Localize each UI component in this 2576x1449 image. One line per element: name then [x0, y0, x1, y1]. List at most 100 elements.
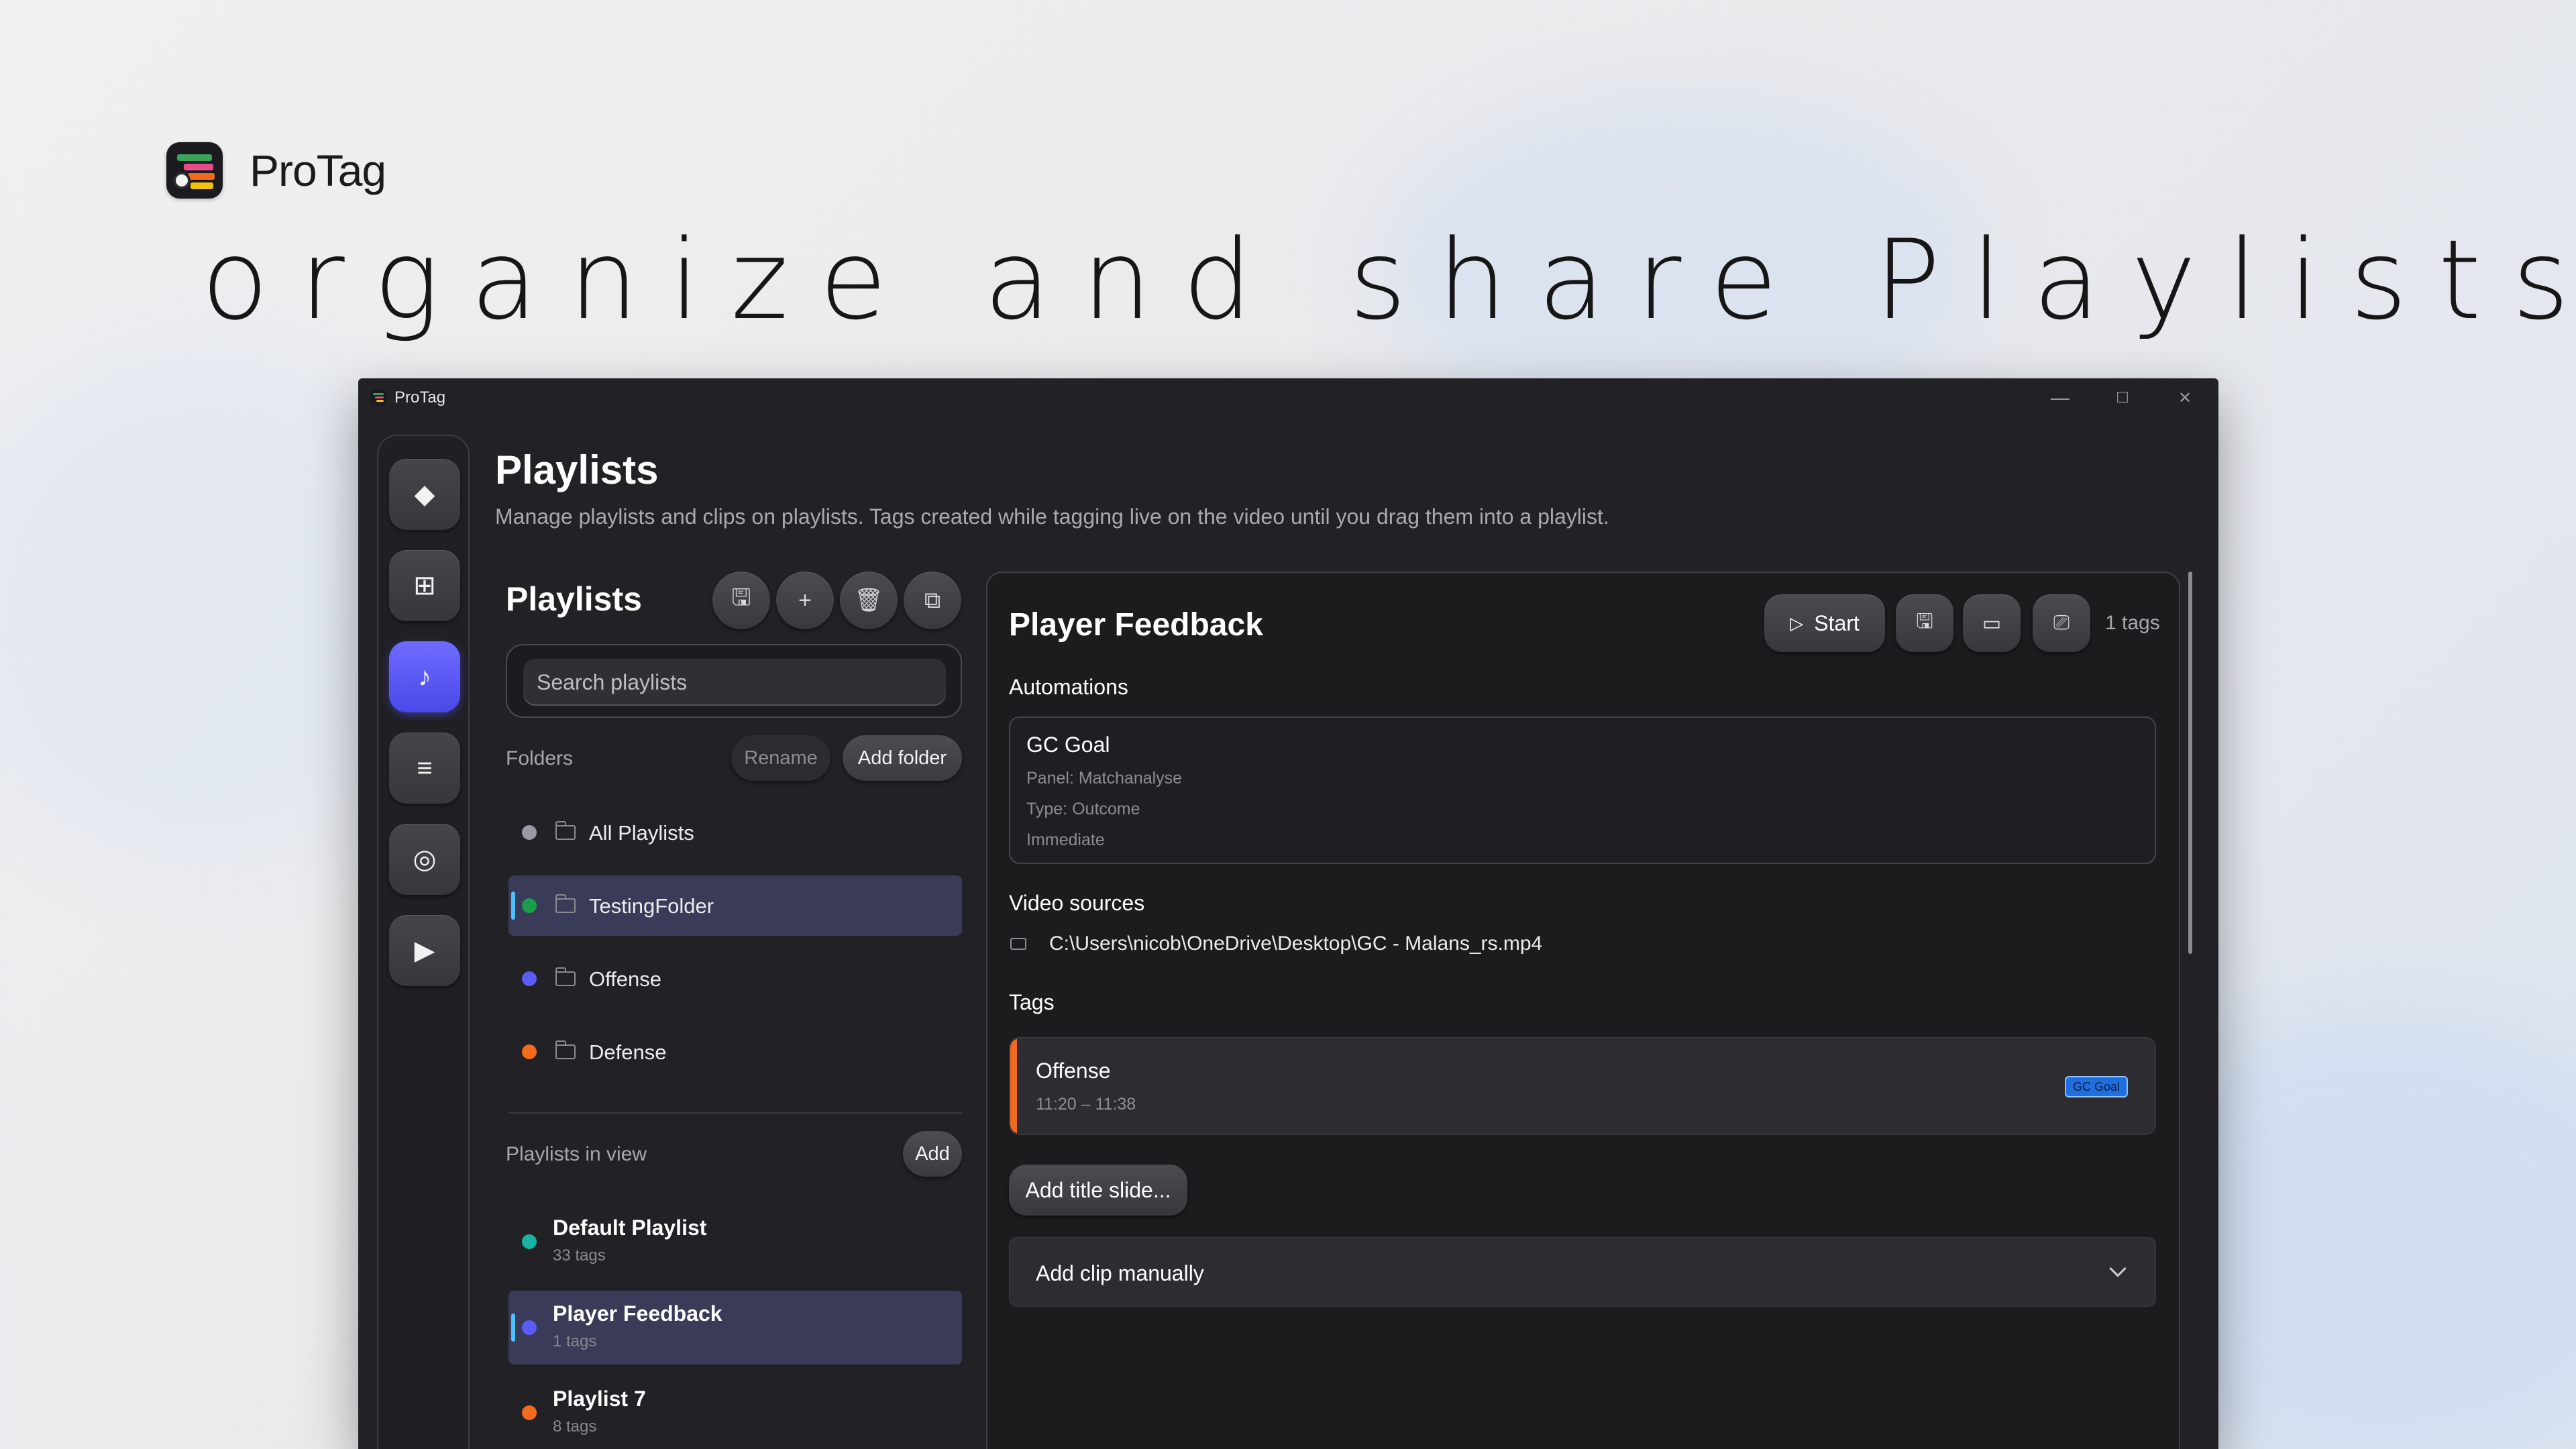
playlist-count: 1 tags: [553, 1332, 597, 1350]
playlist-item-default-playlist[interactable]: Default Playlist 33 tags: [508, 1205, 962, 1279]
tag-accent-bar: [1010, 1038, 1017, 1134]
minimize-button[interactable]: —: [2029, 381, 2092, 415]
tags-label: Tags: [1009, 990, 1055, 1014]
play-outline-icon: ▷: [1790, 612, 1804, 633]
search-container: [506, 644, 962, 718]
scrollbar[interactable]: [2188, 572, 2192, 954]
nav-play-button[interactable]: ▶: [389, 915, 460, 986]
playlist-name: Playlist 7: [553, 1387, 646, 1411]
video-source-path: C:\Users\nicob\OneDrive\Desktop\GC - Mal…: [1049, 932, 1543, 955]
chevron-down-icon: [2109, 1260, 2127, 1277]
search-input[interactable]: [523, 659, 946, 706]
playlist-item-playlist-7[interactable]: Playlist 7 8 tags: [508, 1376, 962, 1449]
window-title: ProTag: [394, 388, 446, 407]
save-playlist-button[interactable]: 🖫: [1896, 594, 1953, 652]
present-button[interactable]: ⎚: [2033, 594, 2090, 652]
folder-color-dot: [522, 825, 537, 840]
folder-color-dot: [522, 1044, 537, 1059]
folder-icon: [555, 821, 576, 840]
detail-title: Player Feedback: [1009, 607, 1263, 643]
add-playlist-in-view-button[interactable]: Add: [903, 1131, 962, 1177]
save-button[interactable]: 🖫: [712, 572, 770, 629]
add-clip-manually-expander[interactable]: Add clip manually: [1009, 1237, 2156, 1307]
trash-icon: 🗑: [854, 588, 883, 613]
playlist-count: 8 tags: [553, 1417, 597, 1436]
folder-icon: [555, 967, 576, 986]
nav-diamond-button[interactable]: ◆: [389, 459, 460, 530]
app-window: ProTag — ☐ ✕ ◆ ⊞ ♪ ≡ ◎ ▶ Playlists Manag…: [358, 378, 2218, 1449]
automation-card[interactable]: GC Goal Panel: Matchanalyse Type: Outcom…: [1009, 716, 2156, 864]
folder-all-playlists[interactable]: All Playlists: [508, 802, 962, 863]
video-file-icon: [1010, 938, 1026, 950]
folder-label: All Playlists: [589, 821, 694, 845]
playlist-color-dot: [522, 1405, 537, 1420]
folder-icon: [555, 894, 576, 913]
nav-rail: ◆ ⊞ ♪ ≡ ◎ ▶: [377, 435, 470, 1449]
folder-testingfolder[interactable]: TestingFolder: [508, 875, 962, 936]
plus-icon: +: [798, 587, 812, 613]
automation-timing: Immediate: [1026, 830, 1105, 849]
diamond-icon: ◆: [414, 480, 435, 509]
brand-name: ProTag: [250, 146, 386, 195]
headline: organize and share Playlists: [201, 216, 2576, 344]
video-camera-icon: ▭: [1982, 612, 2002, 635]
monitor-icon: ⎚: [2053, 612, 2070, 634]
folder-label: Offense: [589, 967, 662, 991]
playlist-name: Default Playlist: [553, 1216, 707, 1240]
playlist-color-dot: [522, 1234, 537, 1249]
page-title: Playlists: [495, 447, 659, 492]
close-button[interactable]: ✕: [2153, 381, 2216, 415]
video-sources-label: Video sources: [1009, 891, 1145, 915]
maximize-button[interactable]: ☐: [2091, 381, 2154, 415]
export-icon: ⧉: [924, 587, 941, 613]
save-icon: 🖫: [1916, 610, 1933, 633]
automations-label: Automations: [1009, 675, 1128, 699]
music-note-icon: ♪: [418, 661, 431, 692]
section-divider: [508, 1112, 962, 1114]
automation-name: GC Goal: [1026, 733, 1110, 757]
playlist-color-dot: [522, 1320, 537, 1335]
export-button[interactable]: ⧉: [904, 572, 961, 629]
automation-type: Type: Outcome: [1026, 800, 1140, 818]
add-title-slide-button[interactable]: Add title slide...: [1009, 1165, 1187, 1216]
playlist-name: Player Feedback: [553, 1301, 722, 1326]
title-bar: ProTag: [358, 378, 2218, 417]
add-playlist-button[interactable]: +: [776, 572, 834, 629]
folder-label: Defense: [589, 1040, 667, 1064]
record-video-button[interactable]: ▭: [1963, 594, 2021, 652]
grid-icon: ⊞: [413, 571, 436, 600]
selection-indicator: [511, 892, 515, 920]
play-icon: ▶: [414, 936, 435, 965]
folder-icon: [555, 1040, 576, 1059]
protag-logo-icon: [166, 142, 223, 199]
folder-color-dot: [522, 898, 537, 913]
add-clip-manually-label: Add clip manually: [1036, 1261, 1204, 1285]
playlists-in-view-label: Playlists in view: [506, 1143, 647, 1165]
target-icon: ◎: [413, 845, 437, 874]
page-description: Manage playlists and clips on playlists.…: [495, 504, 1609, 529]
playlist-count: 33 tags: [553, 1246, 606, 1265]
start-button[interactable]: ▷ Start: [1764, 594, 1885, 652]
rename-button[interactable]: Rename: [731, 735, 830, 781]
start-label: Start: [1814, 610, 1860, 635]
delete-button[interactable]: 🗑: [840, 572, 898, 629]
playlist-detail-panel: Player Feedback ▷ Start 🖫 ▭ ⎚ 1 tags Aut…: [986, 572, 2180, 1449]
playlists-panel-title: Playlists: [506, 580, 642, 618]
brand: ProTag: [166, 142, 386, 199]
nav-target-button[interactable]: ◎: [389, 824, 460, 895]
selection-indicator: [511, 1313, 515, 1342]
save-icon: 🖫: [731, 584, 751, 610]
nav-playlists-button[interactable]: ♪: [389, 641, 460, 712]
list-icon: ≡: [417, 753, 433, 783]
add-folder-button[interactable]: Add folder: [843, 735, 962, 781]
nav-grid-button[interactable]: ⊞: [389, 550, 460, 621]
folder-offense[interactable]: Offense: [508, 949, 962, 1009]
tag-count: 1 tags: [2105, 612, 2160, 634]
app-icon: [370, 390, 386, 406]
folder-defense[interactable]: Defense: [508, 1022, 962, 1082]
tag-time-range: 11:20 – 11:38: [1036, 1095, 1136, 1114]
tag-item[interactable]: Offense 11:20 – 11:38 GC Goal: [1009, 1037, 2156, 1135]
nav-list-button[interactable]: ≡: [389, 733, 460, 804]
tag-badge: GC Goal: [2065, 1076, 2129, 1097]
playlist-item-player-feedback[interactable]: Player Feedback 1 tags: [508, 1291, 962, 1364]
